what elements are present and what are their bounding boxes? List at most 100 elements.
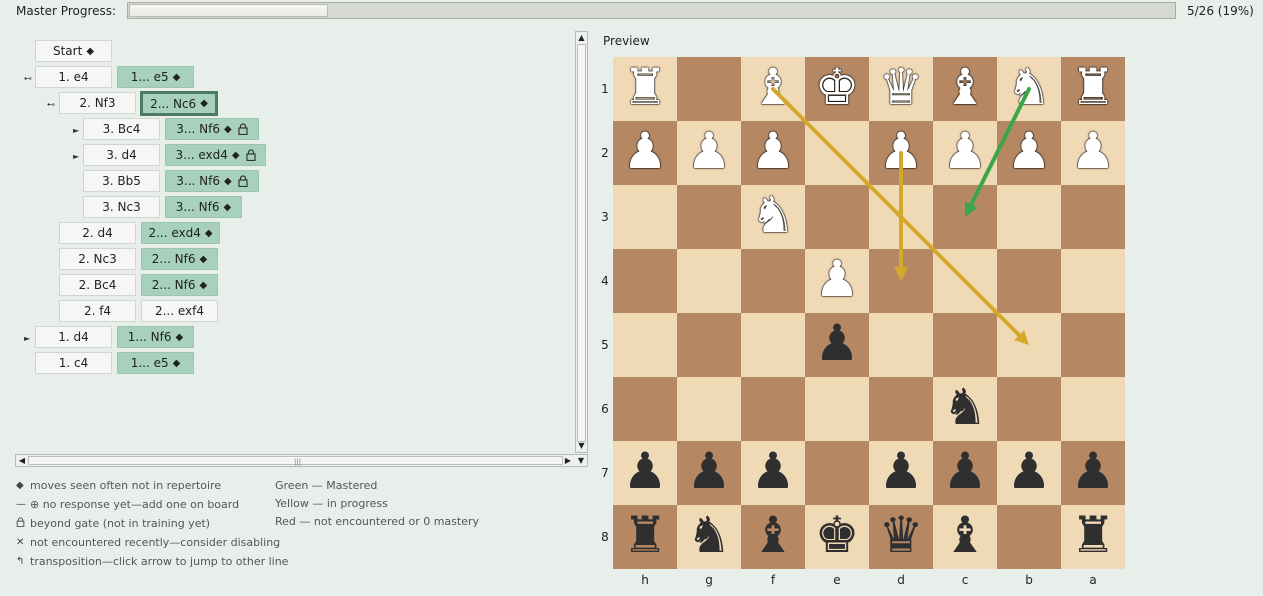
board-square-e2[interactable]: [805, 121, 869, 185]
chess-piece-h8[interactable]: ♜: [613, 503, 677, 567]
board-square-c5[interactable]: [933, 313, 997, 377]
chess-piece-f8[interactable]: ♝: [741, 503, 805, 567]
board-square-d3[interactable]: [869, 185, 933, 249]
board-square-d4[interactable]: [869, 249, 933, 313]
scroll-down-corner-icon[interactable]: ▼: [576, 455, 586, 466]
chess-piece-d1[interactable]: ♛: [869, 55, 933, 119]
board-square-b6[interactable]: [997, 377, 1061, 441]
chess-piece-c7[interactable]: ♟: [933, 439, 997, 503]
board-square-h6[interactable]: [613, 377, 677, 441]
board-square-a4[interactable]: [1061, 249, 1125, 313]
board-square-f6[interactable]: [741, 377, 805, 441]
tree-node-response[interactable]: 3... Nf6 ◆: [165, 170, 259, 192]
tree-node-move[interactable]: 1. e4: [35, 66, 112, 88]
chess-piece-a7[interactable]: ♟: [1061, 439, 1125, 503]
expand-toggle[interactable]: ►: [73, 126, 79, 135]
board-square-f4[interactable]: [741, 249, 805, 313]
tree-node-move[interactable]: 1. d4: [35, 326, 112, 348]
chess-piece-e1[interactable]: ♚: [805, 55, 869, 119]
board-square-f5[interactable]: [741, 313, 805, 377]
tree-node-response-selected[interactable]: 2... Nc6 ◆: [140, 91, 218, 116]
vertical-scroll-thumb[interactable]: [577, 44, 586, 442]
scroll-left-icon[interactable]: ◀: [17, 455, 27, 466]
chess-piece-e5[interactable]: ♟: [805, 311, 869, 375]
board-square-e6[interactable]: [805, 377, 869, 441]
tree-node-response[interactable]: 3... exd4 ◆: [165, 144, 266, 166]
chess-piece-e4[interactable]: ♟: [805, 247, 869, 311]
tree-node-response[interactable]: 3... Nf6 ◆: [165, 118, 259, 140]
chess-piece-f2[interactable]: ♟: [741, 119, 805, 183]
board-square-d6[interactable]: [869, 377, 933, 441]
board-square-h5[interactable]: [613, 313, 677, 377]
tree-node-move[interactable]: 3. Nc3: [83, 196, 160, 218]
tree-horizontal-scrollbar[interactable]: ◀ ||| ▶ ▼: [15, 454, 588, 467]
expand-toggle[interactable]: ►: [73, 152, 79, 161]
board-square-b8[interactable]: [997, 505, 1061, 569]
tree-node-response[interactable]: 1... Nf6 ◆: [117, 326, 194, 348]
scroll-up-icon[interactable]: ▲: [577, 33, 586, 43]
board-square-g6[interactable]: [677, 377, 741, 441]
collapse-toggle[interactable]: ⊷: [24, 74, 32, 83]
chess-piece-h1[interactable]: ♜: [613, 55, 677, 119]
tree-node-response[interactable]: 1... e5 ◆: [117, 352, 194, 374]
scroll-right-icon[interactable]: ▶: [563, 455, 573, 466]
chess-piece-a1[interactable]: ♜: [1061, 55, 1125, 119]
board-square-h4[interactable]: [613, 249, 677, 313]
chess-piece-c8[interactable]: ♝: [933, 503, 997, 567]
scroll-down-icon[interactable]: ▼: [577, 441, 586, 451]
board-square-h3[interactable]: [613, 185, 677, 249]
board-square-d5[interactable]: [869, 313, 933, 377]
tree-node-response[interactable]: 2... exd4 ◆: [141, 222, 220, 244]
chess-piece-b1[interactable]: ♞: [997, 55, 1061, 119]
tree-node-move[interactable]: 3. Bc4: [83, 118, 160, 140]
chess-piece-f1[interactable]: ♝: [741, 55, 805, 119]
board-square-c4[interactable]: [933, 249, 997, 313]
tree-node-move[interactable]: 2. Nc3: [59, 248, 136, 270]
board-square-g1[interactable]: [677, 57, 741, 121]
chess-piece-d8[interactable]: ♛: [869, 503, 933, 567]
board-square-a6[interactable]: [1061, 377, 1125, 441]
tree-node-response[interactable]: 3... Nf6 ◆: [165, 196, 242, 218]
expand-toggle[interactable]: ►: [24, 334, 30, 343]
chess-piece-c2[interactable]: ♟: [933, 119, 997, 183]
tree-node-move[interactable]: 2. Bc4: [59, 274, 136, 296]
chess-piece-c6[interactable]: ♞: [933, 375, 997, 439]
tree-node-response[interactable]: 2... Nf6 ◆: [141, 274, 218, 296]
chess-piece-a2[interactable]: ♟: [1061, 119, 1125, 183]
chess-piece-f3[interactable]: ♞: [741, 183, 805, 247]
chess-piece-f7[interactable]: ♟: [741, 439, 805, 503]
board-square-g3[interactable]: [677, 185, 741, 249]
chess-board[interactable]: ♜ ♝ ♚ ♛ ♝ ♞ ♜ ♟ ♟ ♟ ♟ ♟ ♟ ♟ ♞ ♟ ♟ ♞ ♟ ♟ ♟ ♟ ♟ ♟ ♟ ♜ ♞ ♝ ♚ ♛ ♝ ♜: [613, 57, 1125, 569]
chess-piece-e8[interactable]: ♚: [805, 503, 869, 567]
tree-node-start[interactable]: Start ◆: [35, 40, 112, 62]
tree-node-move[interactable]: 3. Bb5: [83, 170, 160, 192]
chess-piece-a8[interactable]: ♜: [1061, 503, 1125, 567]
chess-piece-g7[interactable]: ♟: [677, 439, 741, 503]
chess-piece-g8[interactable]: ♞: [677, 503, 741, 567]
tree-vertical-scrollbar[interactable]: ▲ ▼: [575, 31, 588, 453]
board-square-g5[interactable]: [677, 313, 741, 377]
board-square-e7[interactable]: [805, 441, 869, 505]
chess-piece-h2[interactable]: ♟: [613, 119, 677, 183]
chess-piece-c1[interactable]: ♝: [933, 55, 997, 119]
board-square-b5[interactable]: [997, 313, 1061, 377]
board-square-c3[interactable]: [933, 185, 997, 249]
tree-node-move[interactable]: 2. d4: [59, 222, 136, 244]
chess-piece-h7[interactable]: ♟: [613, 439, 677, 503]
chess-piece-d7[interactable]: ♟: [869, 439, 933, 503]
tree-node-move[interactable]: 3. d4: [83, 144, 160, 166]
horizontal-scroll-thumb[interactable]: |||: [28, 456, 563, 466]
chess-piece-g2[interactable]: ♟: [677, 119, 741, 183]
board-square-b3[interactable]: [997, 185, 1061, 249]
chess-piece-d2[interactable]: ♟: [869, 119, 933, 183]
tree-node-move[interactable]: 1. c4: [35, 352, 112, 374]
board-square-g4[interactable]: [677, 249, 741, 313]
board-square-e3[interactable]: [805, 185, 869, 249]
chess-piece-b7[interactable]: ♟: [997, 439, 1061, 503]
board-square-b4[interactable]: [997, 249, 1061, 313]
board-square-a5[interactable]: [1061, 313, 1125, 377]
tree-node-response[interactable]: 1... e5 ◆: [117, 66, 194, 88]
tree-node-move[interactable]: 2. f4: [59, 300, 136, 322]
tree-node-response[interactable]: 2... Nf6 ◆: [141, 248, 218, 270]
tree-node-move[interactable]: 2. Nf3: [59, 92, 136, 114]
